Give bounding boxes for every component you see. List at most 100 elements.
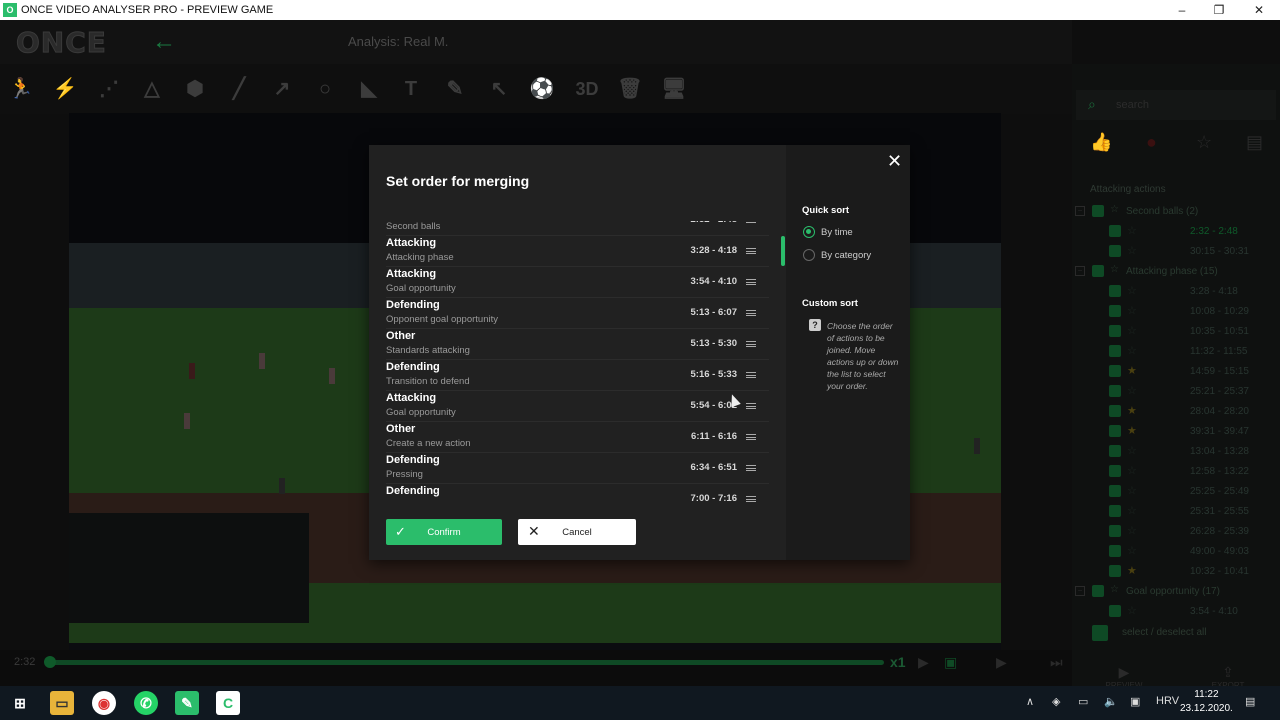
favorite-star-icon[interactable]: ☆	[1127, 324, 1137, 337]
search-input[interactable]: search	[1076, 90, 1276, 120]
group-checkbox[interactable]	[1092, 205, 1104, 217]
item-checkbox[interactable]	[1109, 545, 1121, 557]
zoom-icon[interactable]: ○	[312, 76, 338, 102]
language-indicator[interactable]: HRV	[1156, 695, 1179, 707]
next-icon[interactable]: ▶	[996, 654, 1007, 671]
item-checkbox[interactable]	[1109, 245, 1121, 257]
collapse-icon[interactable]: −	[1075, 586, 1085, 596]
collapse-icon[interactable]: −	[1075, 206, 1085, 216]
tree-item[interactable]: ☆ 11:32 - 11:55	[1072, 342, 1272, 362]
drag-handle-icon[interactable]	[746, 310, 756, 316]
item-checkbox[interactable]	[1109, 425, 1121, 437]
tree-item[interactable]: ☆ 10:35 - 10:51	[1072, 322, 1272, 342]
item-checkbox[interactable]	[1109, 365, 1121, 377]
list-scrollbar[interactable]	[781, 236, 785, 266]
cursor-icon[interactable]: ↖	[486, 76, 512, 102]
file-icon[interactable]: ▣	[944, 654, 957, 671]
item-checkbox[interactable]	[1109, 605, 1121, 617]
merge-list-item[interactable]: Attacking Goal opportunity 3:54 - 4:10	[386, 267, 769, 298]
sort-by-category-label[interactable]: By category	[821, 250, 871, 261]
tree-item[interactable]: ☆ 26:28 - 25:39	[1072, 522, 1272, 542]
favorite-star-icon[interactable]: ☆	[1127, 304, 1137, 317]
timeline-scrubber[interactable]	[44, 656, 56, 668]
pencil-icon[interactable]: ✎	[442, 76, 468, 102]
drag-handle-icon[interactable]	[746, 372, 756, 378]
tree-item[interactable]: ★ 14:59 - 15:15	[1072, 362, 1272, 382]
running-figure-icon[interactable]: 🏃	[8, 76, 34, 102]
dropbox-icon[interactable]: ◈	[1052, 695, 1060, 708]
drag-handle-icon[interactable]	[746, 341, 756, 347]
timeline-bar[interactable]	[50, 660, 884, 665]
once-app-icon[interactable]: C	[216, 691, 240, 715]
trash-icon[interactable]: 🗑	[617, 76, 643, 102]
group-checkbox[interactable]	[1092, 265, 1104, 277]
tree-item[interactable]: ☆ 3:28 - 4:18	[1072, 282, 1272, 302]
drag-handle-icon[interactable]	[746, 434, 756, 440]
confirm-button[interactable]: ✓ Confirm	[386, 519, 502, 545]
favorite-star-icon[interactable]: ☆	[1127, 444, 1137, 457]
document-icon[interactable]: ▤	[1246, 132, 1263, 153]
merge-list-item[interactable]: Defending Transition to defend 5:16 - 5:…	[386, 360, 769, 391]
volume-icon[interactable]: 🔈	[1104, 695, 1118, 708]
notes-icon[interactable]: ✎	[175, 691, 199, 715]
play-icon[interactable]: ▶	[918, 654, 929, 671]
item-checkbox[interactable]	[1109, 485, 1121, 497]
connect-icon[interactable]: ⋰	[96, 76, 122, 102]
drag-handle-icon[interactable]	[746, 279, 756, 285]
polygon-connect-icon[interactable]: △	[139, 76, 165, 102]
tree-item[interactable]: ☆ 10:08 - 10:29	[1072, 302, 1272, 322]
merge-list-item[interactable]: Other Standards attacking 5:13 - 5:30	[386, 329, 769, 360]
windows-start-icon[interactable]: ⊞	[8, 691, 32, 715]
favorite-star-icon[interactable]: ☆	[1127, 384, 1137, 397]
tree-item[interactable]: ☆ 12:58 - 13:22	[1072, 462, 1272, 482]
select-all-checkbox[interactable]	[1092, 625, 1108, 641]
notifications-icon[interactable]: ▤	[1245, 695, 1255, 708]
star-tab-icon[interactable]: ☆	[1196, 132, 1212, 153]
sort-by-time-radio[interactable]	[803, 226, 815, 238]
drag-handle-icon[interactable]	[746, 403, 756, 409]
tree-item[interactable]: ☆ 25:25 - 25:49	[1072, 482, 1272, 502]
drag-handle-icon[interactable]	[746, 248, 756, 254]
favorite-star-icon[interactable]: ★	[1127, 564, 1137, 577]
merge-list[interactable]: Second balls 2:32 - 2:48 Attacking Attac…	[386, 221, 769, 503]
3d-icon[interactable]: 3D	[570, 76, 604, 102]
close-icon[interactable]: ✕	[887, 151, 902, 172]
drag-handle-icon[interactable]	[746, 496, 756, 502]
chrome-icon[interactable]: ◉	[92, 691, 116, 715]
favorite-star-icon[interactable]: ☆	[1127, 504, 1137, 517]
tree-item[interactable]: ☆ 49:00 - 49:03	[1072, 542, 1272, 562]
tree-item[interactable]: ★ 10:32 - 10:41	[1072, 562, 1272, 582]
item-checkbox[interactable]	[1109, 405, 1121, 417]
favorite-star-icon[interactable]: ☆	[1127, 524, 1137, 537]
tree-group[interactable]: − ☆ Goal opportunity (17)	[1072, 582, 1272, 602]
tray-chevron-icon[interactable]: ∧	[1026, 695, 1034, 708]
drag-handle-icon[interactable]	[746, 221, 756, 223]
spotlight-icon[interactable]: ◣	[356, 76, 382, 102]
tree-item[interactable]: ☆ 2:32 - 2:48	[1072, 222, 1272, 242]
item-checkbox[interactable]	[1109, 225, 1121, 237]
file-explorer-icon[interactable]: ▭	[50, 691, 74, 715]
text-icon[interactable]: T	[398, 76, 424, 102]
tree-item[interactable]: ☆ 3:54 - 4:10	[1072, 602, 1272, 622]
tree-group[interactable]: − ☆ Second balls (2)	[1072, 202, 1272, 222]
collapse-icon[interactable]: −	[1075, 266, 1085, 276]
back-arrow-icon[interactable]: ←	[152, 28, 176, 56]
cancel-button[interactable]: ✕ Cancel	[518, 519, 636, 545]
tree-item[interactable]: ☆ 25:21 - 25:37	[1072, 382, 1272, 402]
tree-item[interactable]: ★ 39:31 - 39:47	[1072, 422, 1272, 442]
merge-list-item[interactable]: Defending Opponent goal opportunity 5:13…	[386, 298, 769, 329]
hexagon-icon[interactable]: ⬢	[182, 76, 208, 102]
favorite-star-icon[interactable]: ☆	[1127, 244, 1137, 257]
network-icon[interactable]: ▣	[1130, 695, 1140, 708]
item-checkbox[interactable]	[1109, 305, 1121, 317]
item-checkbox[interactable]	[1109, 565, 1121, 577]
maximize-button[interactable]: ❐	[1199, 0, 1239, 20]
skip-end-icon[interactable]: ⏭	[1050, 654, 1063, 671]
merge-list-item[interactable]: Defending Pressing 6:34 - 6:51	[386, 453, 769, 484]
favorite-star-icon[interactable]: ☆	[1127, 284, 1137, 297]
merge-list-item[interactable]: Attacking Attacking phase 3:28 - 4:18	[386, 236, 769, 267]
close-window-button[interactable]: ✕	[1239, 0, 1279, 20]
favorite-star-icon[interactable]: ★	[1127, 364, 1137, 377]
thumbs-down-icon[interactable]: ●	[1146, 132, 1157, 153]
favorite-star-icon[interactable]: ☆	[1127, 344, 1137, 357]
